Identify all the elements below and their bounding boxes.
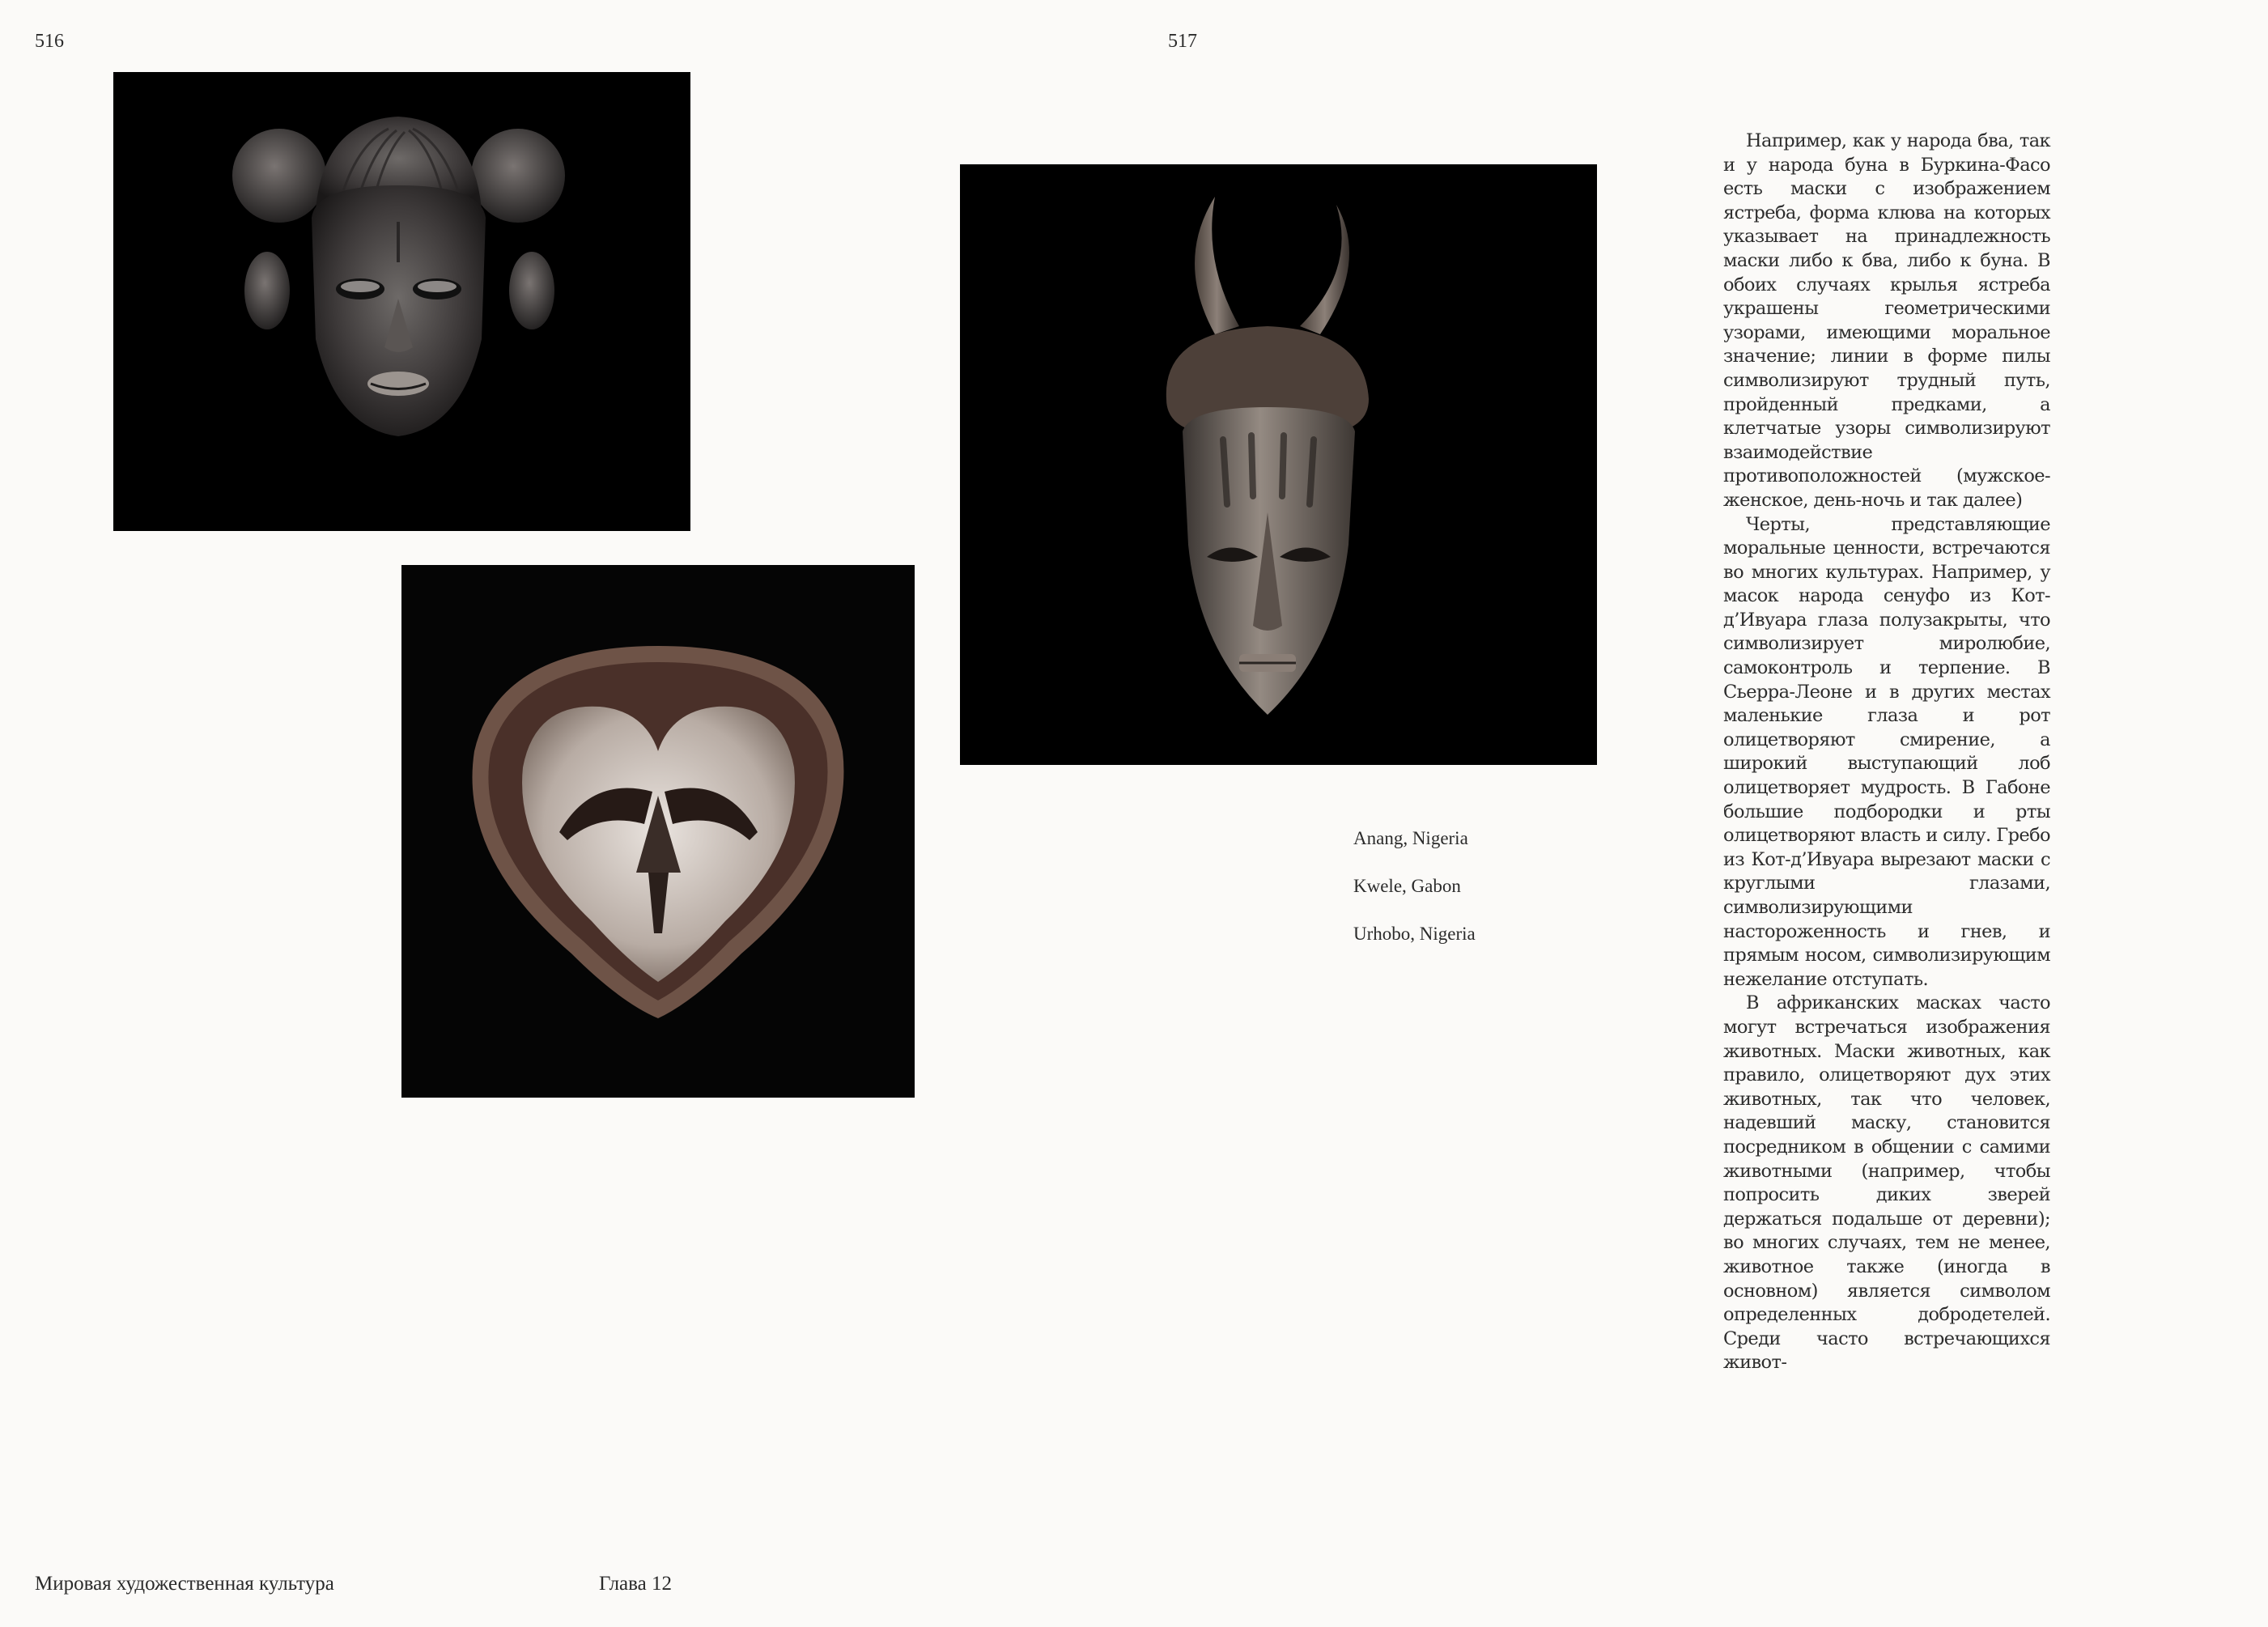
book-spread: 516 517 Anang, Nigeria Kwele, Gabon Urho… xyxy=(0,0,2268,1627)
kwele-mask-photo xyxy=(401,565,915,1098)
body-paragraph: Например, как у народа бва, так и у наро… xyxy=(1723,130,2051,511)
caption-urhobo: Urhobo, Nigeria xyxy=(1353,924,1476,944)
footer-chapter: Глава 12 xyxy=(599,1573,672,1595)
mask-photo-urhobo-icon xyxy=(960,164,1597,765)
urhobo-mask-photo xyxy=(960,164,1597,765)
page-number-right: 517 xyxy=(1168,31,1197,52)
footer-book-title: Мировая художественная культура xyxy=(35,1573,334,1595)
caption-kwele: Kwele, Gabon xyxy=(1353,876,1461,896)
photo-captions: Anang, Nigeria Kwele, Gabon Urhobo, Nige… xyxy=(1353,826,1476,969)
mask-photo-anang-icon xyxy=(113,72,690,531)
caption-anang: Anang, Nigeria xyxy=(1353,828,1468,848)
page-number-left: 516 xyxy=(35,31,64,52)
anang-mask-photo xyxy=(113,72,690,531)
mask-photo-kwele-icon xyxy=(401,565,915,1098)
body-paragraph: Черты, представляющие моральные ценности… xyxy=(1723,513,2051,990)
body-paragraph: В африканских масках часто могут встреча… xyxy=(1723,992,2051,1374)
body-text-column: Например, как у народа бва, так и у наро… xyxy=(1723,130,2051,1375)
